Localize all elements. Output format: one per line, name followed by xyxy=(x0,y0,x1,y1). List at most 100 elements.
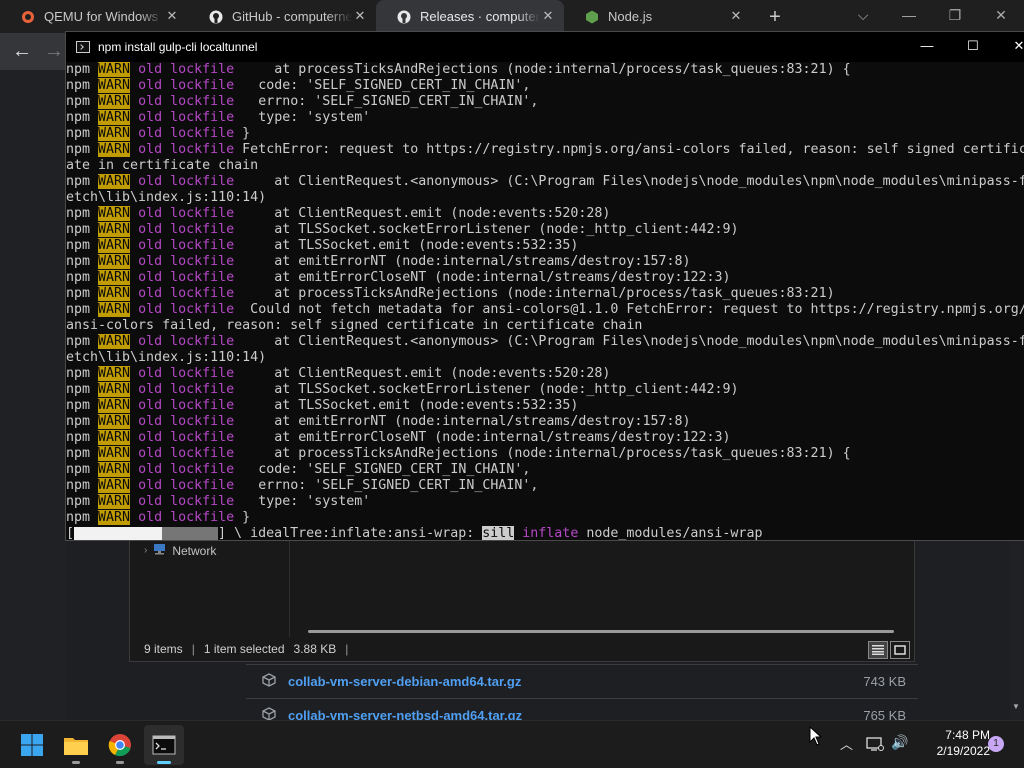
progress-bar xyxy=(74,527,219,540)
warn-lockfile: lockfile xyxy=(170,446,235,461)
console-line-text: at ClientRequest.<anonymous> (C:\Program… xyxy=(234,334,1024,349)
warn-badge: WARN xyxy=(98,126,131,141)
progress-path: node_modules/ansi-wrap xyxy=(578,526,763,540)
console-line-text: etch\lib\index.js:110:14) xyxy=(66,190,267,205)
warn-lockfile: lockfile xyxy=(170,366,235,381)
warn-old: old xyxy=(138,110,163,125)
running-indicator xyxy=(72,761,80,764)
start-button[interactable] xyxy=(12,725,52,765)
show-hidden-icons-button[interactable]: ︿ xyxy=(840,734,853,753)
console-line-text: errno: 'SELF_SIGNED_CERT_IN_CHAIN', xyxy=(234,478,539,493)
console-line: npm WARN old lockfile at ClientRequest.e… xyxy=(66,206,1024,222)
large-icons-view-button[interactable] xyxy=(890,641,910,659)
console-line: npm WARN old lockfile type: 'system' xyxy=(66,494,1024,510)
warn-lockfile: lockfile xyxy=(170,270,235,285)
nav-item-network[interactable]: › Network xyxy=(144,543,216,558)
volume-icon[interactable]: 🔊 xyxy=(891,734,908,751)
warn-old: old xyxy=(138,494,163,509)
file-explorer-window: › Network 9 items | 1 item selected 3.88… xyxy=(129,540,915,662)
warn-old: old xyxy=(138,334,163,349)
warn-badge: WARN xyxy=(98,222,131,237)
warn-badge: WARN xyxy=(98,382,131,397)
npm-prefix: npm xyxy=(66,398,99,413)
console-title: npm install gulp-cli localtunnel xyxy=(98,40,258,54)
npm-prefix: npm xyxy=(66,334,99,349)
console-line-text: at TLSSocket.socketErrorListener (node:_… xyxy=(234,382,739,397)
close-icon[interactable]: ✕ xyxy=(352,8,368,24)
active-indicator xyxy=(157,761,171,764)
chevron-right-icon[interactable]: › xyxy=(144,545,147,556)
close-icon[interactable]: ✕ xyxy=(728,8,744,24)
console-minimize-button[interactable]: — xyxy=(904,32,950,62)
network-tray-icon[interactable] xyxy=(866,736,884,755)
tab-nodejs[interactable]: Node.js ✕ xyxy=(564,0,752,33)
back-button[interactable]: ← xyxy=(10,40,34,63)
forward-button[interactable]: → xyxy=(42,40,66,63)
browser-close-button[interactable]: ✕ xyxy=(978,0,1024,33)
warn-badge: WARN xyxy=(98,430,131,445)
tab-github[interactable]: GitHub - computernew ✕ xyxy=(188,0,376,33)
warn-old: old xyxy=(138,222,163,237)
console-line-text: } xyxy=(234,510,251,525)
chrome-icon xyxy=(108,734,131,757)
warn-old: old xyxy=(138,238,163,253)
warn-lockfile: lockfile xyxy=(170,78,235,93)
new-tab-button[interactable]: + xyxy=(760,2,790,32)
console-line-text: at processTicksAndRejections (node:inter… xyxy=(234,446,851,461)
item-count: 9 items xyxy=(144,642,183,656)
close-icon[interactable]: ✕ xyxy=(540,8,556,24)
console-line: npm WARN old lockfile at ClientRequest.<… xyxy=(66,174,1024,190)
warn-lockfile: lockfile xyxy=(170,302,235,317)
tab-qemu[interactable]: QEMU for Windows – I ✕ xyxy=(0,0,188,33)
page-scrollbar[interactable] xyxy=(1010,540,1022,720)
download-row[interactable]: collab-vm-server-debian-amd64.tar.gz 743… xyxy=(246,664,918,698)
nav-item-label: Network xyxy=(172,543,217,558)
warn-lockfile: lockfile xyxy=(170,142,235,157)
warn-old: old xyxy=(138,430,163,445)
warn-lockfile: lockfile xyxy=(170,462,235,477)
npm-prefix: npm xyxy=(66,94,99,109)
tab-label: Releases · computerne xyxy=(420,9,540,24)
taskbar-chrome[interactable] xyxy=(100,725,140,765)
close-icon[interactable]: ✕ xyxy=(164,8,180,24)
taskbar-terminal[interactable] xyxy=(144,725,184,765)
npm-prefix: npm xyxy=(66,238,99,253)
warn-badge: WARN xyxy=(98,334,131,349)
explorer-nav-pane: › Network xyxy=(130,541,290,637)
console-line-text: at TLSSocket.emit (node:events:532:35) xyxy=(234,238,579,253)
console-line-text: code: 'SELF_SIGNED_CERT_IN_CHAIN', xyxy=(234,78,531,93)
console-output[interactable]: npm WARN old lockfile at processTicksAnd… xyxy=(66,62,1024,540)
console-close-button[interactable]: ✕ xyxy=(996,32,1024,62)
console-line-text: type: 'system' xyxy=(234,494,371,509)
warn-lockfile: lockfile xyxy=(170,510,235,525)
progress-stage: idealTree:inflate:ansi-wrap: xyxy=(250,526,483,540)
npm-prefix: npm xyxy=(66,174,99,189)
tab-search-button[interactable]: ⌵ xyxy=(840,0,886,33)
warn-lockfile: lockfile xyxy=(170,94,235,109)
warn-old: old xyxy=(138,382,163,397)
tab-releases[interactable]: Releases · computerne ✕ xyxy=(376,0,564,33)
console-line-text: Could not fetch metadata for ansi-colors… xyxy=(234,302,1024,317)
console-title-bar[interactable]: npm install gulp-cli localtunnel — ☐ ✕ xyxy=(66,32,1024,62)
warn-badge: WARN xyxy=(98,206,131,221)
system-clock[interactable]: 7:48 PM 2/19/2022 xyxy=(916,727,990,759)
npm-prefix: npm xyxy=(66,206,99,221)
warn-badge: WARN xyxy=(98,270,131,285)
npm-prefix: npm xyxy=(66,222,99,237)
download-link[interactable]: collab-vm-server-debian-amd64.tar.gz xyxy=(288,674,863,689)
taskbar-file-explorer[interactable] xyxy=(56,725,96,765)
horizontal-scrollbar[interactable] xyxy=(308,630,894,633)
console-line-text: ansi-colors failed, reason: self signed … xyxy=(66,318,643,333)
warn-lockfile: lockfile xyxy=(170,334,235,349)
details-view-button[interactable] xyxy=(868,641,888,659)
console-line-text: at emitErrorCloseNT (node:internal/strea… xyxy=(234,270,731,285)
console-maximize-button[interactable]: ☐ xyxy=(950,32,996,62)
npm-prefix: npm xyxy=(66,478,99,493)
npm-prefix: npm xyxy=(66,62,99,77)
browser-minimize-button[interactable]: — xyxy=(886,0,932,33)
browser-restore-button[interactable]: ❐ xyxy=(932,0,978,33)
progress-line: [] \ idealTree:inflate:ansi-wrap: sill i… xyxy=(66,526,1024,540)
npm-prefix: npm xyxy=(66,270,99,285)
scroll-down-icon[interactable]: ▼ xyxy=(1011,702,1021,714)
notification-badge[interactable]: 1 xyxy=(988,736,1004,752)
